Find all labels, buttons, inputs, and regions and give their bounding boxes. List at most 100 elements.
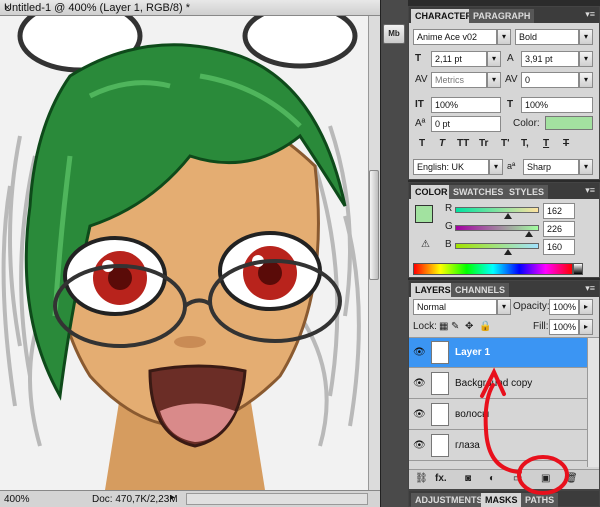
vertical-scale-field[interactable]: 100% [431, 97, 501, 113]
red-slider-knob[interactable] [504, 213, 513, 219]
language-field[interactable]: English: UK [413, 159, 489, 175]
kerning-field[interactable]: Metrics [431, 72, 487, 88]
style-italic-button[interactable]: T [439, 138, 445, 149]
chevron-down-icon[interactable]: ▾ [579, 29, 593, 45]
lock-all-icon[interactable]: 🔒 [479, 321, 491, 332]
document-tab[interactable]: Untitled-1 @ 400% (Layer 1, RGB/8) * × [0, 0, 380, 16]
blue-slider[interactable] [455, 243, 539, 249]
character-panel-tabs: CHARACTER PARAGRAPH ▾≡ [409, 7, 599, 23]
chevron-down-icon[interactable]: ▾ [489, 159, 503, 175]
tab-character[interactable]: CHARACTER [411, 9, 476, 23]
lock-paint-icon[interactable]: ✎ [451, 321, 459, 332]
status-menu-arrow-icon[interactable]: ▸ [170, 492, 175, 503]
tab-paths[interactable]: PATHS [521, 493, 559, 507]
horizontal-scale-field[interactable]: 100% [521, 97, 593, 113]
blue-slider-knob[interactable] [503, 249, 512, 255]
delete-layer-icon[interactable]: 🗑 [565, 473, 578, 484]
layer-row-glaza[interactable]: 👁 глаза [409, 431, 587, 461]
tab-layers[interactable]: LAYERS [411, 283, 455, 297]
zoom-level[interactable]: 400% [4, 494, 30, 505]
panel-menu-icon[interactable]: ▾≡ [585, 283, 595, 294]
link-layers-icon[interactable]: ⛓ [415, 473, 428, 484]
font-style-field[interactable]: Bold [515, 29, 579, 45]
image-canvas[interactable] [0, 16, 368, 490]
style-bold-button[interactable]: T [419, 138, 425, 149]
opacity-label: Opacity: [513, 301, 550, 312]
red-slider[interactable] [455, 207, 539, 213]
visibility-eye-icon[interactable]: 👁 [413, 440, 426, 451]
nose [174, 336, 206, 348]
chevron-right-icon[interactable]: ▸ [579, 299, 593, 315]
font-size-field[interactable]: 2,11 pt [431, 51, 487, 67]
new-group-icon[interactable]: ▭ [513, 473, 522, 484]
layer-row-volosy[interactable]: 👁 волосы [409, 400, 587, 430]
layer-row-layer-1[interactable]: 👁 Layer 1 [409, 338, 587, 368]
antialias-icon: aª [507, 161, 516, 171]
layers-footer: ⛓ fx. ◙ ◐ ▭ ▣ 🗑 [409, 469, 599, 489]
opacity-field[interactable]: 100% [549, 299, 579, 315]
scrollbar-thumb[interactable] [369, 170, 379, 280]
layer-thumbnail [431, 434, 449, 457]
leading-field[interactable]: 3,91 pt [521, 51, 579, 67]
panel-menu-icon[interactable]: ▾≡ [585, 185, 595, 196]
color-spectrum-ramp[interactable] [413, 263, 573, 275]
tab-swatches[interactable]: SWATCHES [449, 185, 508, 199]
new-layer-icon[interactable]: ▣ [541, 473, 550, 484]
style-superscript-button[interactable]: T' [501, 138, 510, 149]
horizontal-scale-icon: T [507, 99, 514, 110]
baseline-shift-icon: Aª [415, 118, 426, 129]
green-slider-knob[interactable] [525, 231, 534, 237]
visibility-eye-icon[interactable]: 👁 [413, 409, 426, 420]
leading-icon: A [507, 53, 514, 64]
tab-styles[interactable]: STYLES [505, 185, 549, 199]
green-value[interactable]: 226 [543, 221, 575, 237]
channel-label-r: R [445, 203, 453, 214]
chevron-down-icon[interactable]: ▾ [497, 299, 511, 315]
chevron-down-icon[interactable]: ▾ [487, 72, 501, 88]
red-value[interactable]: 162 [543, 203, 575, 219]
visibility-eye-icon[interactable]: 👁 [413, 378, 426, 389]
tab-paragraph[interactable]: PARAGRAPH [469, 9, 535, 23]
chevron-down-icon[interactable]: ▾ [487, 51, 501, 67]
style-strikethrough-button[interactable]: T [563, 138, 569, 149]
layers-panel-tabs: LAYERS CHANNELS ▾≡ [409, 281, 599, 297]
chevron-down-icon[interactable]: ▾ [579, 159, 593, 175]
adjustment-layer-icon[interactable]: ◐ [489, 473, 495, 484]
chevron-right-icon[interactable]: ▸ [579, 319, 593, 335]
close-icon[interactable]: × [4, 2, 10, 14]
mini-bridge-button[interactable]: Mb [383, 24, 405, 44]
blend-mode-field[interactable]: Normal [413, 299, 497, 315]
blue-value[interactable]: 160 [543, 239, 575, 255]
antialias-field[interactable]: Sharp [523, 159, 579, 175]
foreground-color-swatch[interactable] [415, 205, 433, 223]
baseline-shift-field[interactable]: 0 pt [431, 116, 501, 132]
add-mask-icon[interactable]: ◙ [465, 473, 471, 484]
layer-name: Background copy [455, 378, 533, 389]
layer-row-background-copy[interactable]: 👁 Background copy [409, 369, 587, 399]
chevron-down-icon[interactable]: ▾ [497, 29, 511, 45]
text-color-swatch[interactable] [545, 116, 593, 130]
tab-color[interactable]: COLOR [411, 185, 452, 199]
horizontal-scrollbar[interactable] [186, 493, 368, 505]
lock-label: Lock: [413, 321, 437, 332]
style-smallcaps-button[interactable]: Tr [479, 138, 488, 149]
lock-move-icon[interactable]: ✥ [465, 321, 473, 332]
lock-transparency-icon[interactable]: ▦ [439, 321, 448, 332]
fx-icon[interactable]: fx. [435, 473, 447, 484]
fill-field[interactable]: 100% [549, 319, 579, 335]
style-allcaps-button[interactable]: TT [457, 138, 469, 149]
tracking-field[interactable]: 0 [521, 72, 579, 88]
black-white-ramp[interactable] [573, 263, 583, 275]
style-underline-button[interactable]: T [543, 138, 549, 149]
antialias-label: a [507, 161, 513, 171]
visibility-eye-icon[interactable]: 👁 [413, 347, 426, 358]
panel-menu-icon[interactable]: ▾≡ [585, 9, 595, 20]
font-family-field[interactable]: Anime Ace v02 [413, 29, 497, 45]
style-subscript-button[interactable]: T, [521, 138, 529, 149]
chevron-down-icon[interactable]: ▾ [579, 51, 593, 67]
tab-channels[interactable]: CHANNELS [451, 283, 510, 297]
chevron-down-icon[interactable]: ▾ [579, 72, 593, 88]
tab-masks[interactable]: MASKS [481, 493, 522, 507]
tab-adjustments[interactable]: ADJUSTMENTS [411, 493, 487, 507]
layers-scrollbar[interactable] [587, 338, 599, 467]
